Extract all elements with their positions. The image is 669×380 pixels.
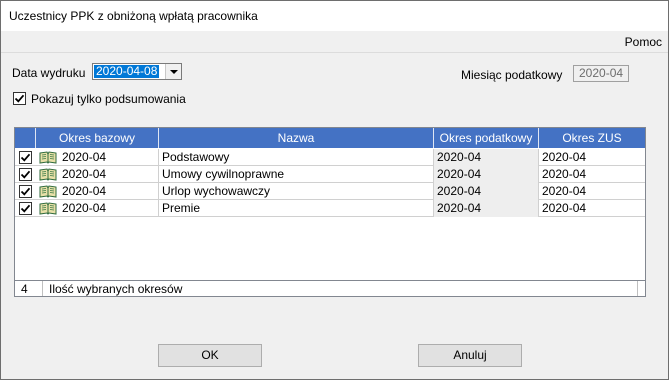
row-checkbox[interactable] [19,168,32,181]
cell-tax-period: 2020-04 [434,200,539,217]
print-date-label: Data wydruku [12,66,86,80]
cell-tax-period: 2020-04 [434,149,539,166]
print-date-combobox[interactable]: 2020-04-08 [92,63,182,80]
header-base-period[interactable]: Okres bazowy [36,128,159,148]
selected-count: 4 [21,282,28,296]
cell-zus-period: 2020-04 [542,150,587,164]
footer-divider [637,281,638,296]
ok-button[interactable]: OK [158,344,262,367]
book-icon [39,151,57,164]
cell-base-period: 2020-04 [59,149,159,166]
cell-name: Podstawowy [159,149,434,166]
cancel-button[interactable]: Anuluj [418,344,522,367]
book-icon [39,202,57,215]
header-name[interactable]: Nazwa [159,128,434,148]
cell-tax-period: 2020-04 [434,166,539,183]
menu-bar: Pomoc [1,31,668,53]
menu-separator [1,52,668,53]
cell-name: Umowy cywilnoprawne [159,166,434,183]
cell-name: Urlop wychowawczy [159,183,434,200]
grid-header: Okres bazowy Nazwa Okres podatkowy Okres… [15,128,645,148]
row-checkbox[interactable] [19,151,32,164]
cell-zus-period: 2020-04 [542,167,587,181]
book-icon [39,185,57,198]
cell-name: Premie [159,200,434,217]
tax-month-label: Miesiąc podatkowy [461,68,563,82]
cell-zus-period: 2020-04 [542,201,587,215]
selected-count-label: Ilość wybranych okresów [49,282,183,296]
table-row[interactable]: 2020-04 Umowy cywilnoprawne 2020-04 2020… [15,166,645,183]
menu-item-help[interactable]: Pomoc [625,35,662,49]
tax-month-field: 2020-04 [573,65,629,82]
summary-only-checkbox[interactable] [13,92,26,105]
grid-footer: 4 Ilość wybranych okresów [14,280,646,297]
dialog-window: Uczestnicy PPK z obniżoną wpłatą pracown… [0,0,669,380]
header-check-column [15,128,36,148]
window-title: Uczestnicy PPK z obniżoną wpłatą pracown… [9,9,258,23]
row-checkbox[interactable] [19,202,32,215]
checkmark-icon [20,187,31,196]
header-zus-period[interactable]: Okres ZUS [539,128,645,148]
footer-divider [42,281,43,296]
periods-grid: Okres bazowy Nazwa Okres podatkowy Okres… [14,127,646,282]
table-row[interactable]: 2020-04 Premie 2020-04 2020-04 [15,200,645,217]
cell-base-period: 2020-04 [59,183,159,200]
cell-tax-period: 2020-04 [434,183,539,200]
title-bar: Uczestnicy PPK z obniżoną wpłatą pracown… [1,1,668,31]
print-date-value[interactable]: 2020-04-08 [94,65,160,78]
header-tax-period[interactable]: Okres podatkowy [434,128,539,148]
cell-base-period: 2020-04 [59,166,159,183]
summary-only-label[interactable]: Pokazuj tylko podsumowania [31,92,186,106]
checkmark-icon [20,204,31,213]
table-row[interactable]: 2020-04 Podstawowy 2020-04 2020-04 [15,149,645,166]
table-row[interactable]: 2020-04 Urlop wychowawczy 2020-04 2020-0… [15,183,645,200]
checkmark-icon [14,94,25,103]
cell-zus-period: 2020-04 [542,184,587,198]
checkmark-icon [20,153,31,162]
cell-base-period: 2020-04 [59,200,159,217]
book-icon [39,168,57,181]
row-checkbox[interactable] [19,185,32,198]
checkmark-icon [20,170,31,179]
chevron-down-icon[interactable] [165,64,181,79]
